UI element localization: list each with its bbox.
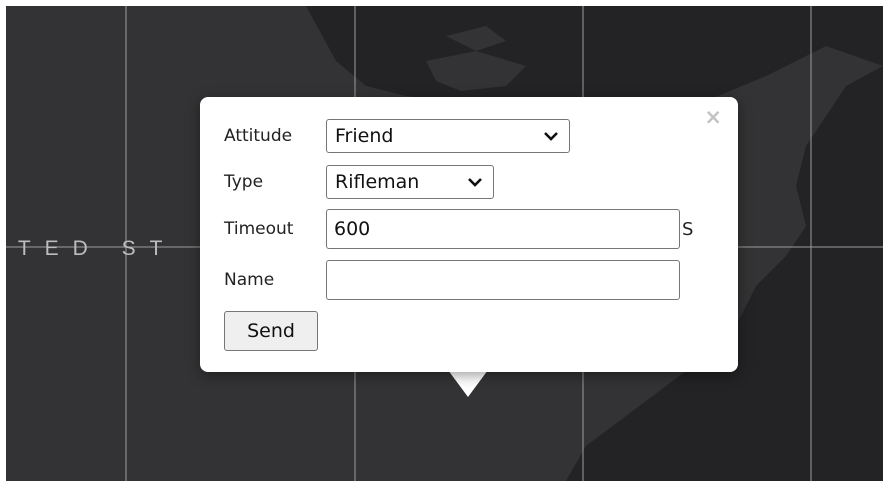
timeout-row: Timeout 600 S bbox=[224, 209, 693, 249]
type-select[interactable]: Rifleman bbox=[326, 165, 494, 199]
chevron-down-icon bbox=[544, 132, 558, 141]
name-label: Name bbox=[224, 270, 275, 290]
type-row: Type Rifleman bbox=[224, 165, 494, 199]
attitude-select[interactable]: Friend bbox=[326, 119, 570, 153]
attitude-value: Friend bbox=[335, 125, 394, 147]
popup-tip bbox=[448, 370, 488, 397]
chevron-down-icon bbox=[468, 178, 482, 187]
timeout-input[interactable]: 600 bbox=[326, 209, 680, 249]
type-label: Type bbox=[224, 172, 264, 192]
unit-popup: × Attitude Friend Type Rifleman Timeout … bbox=[200, 97, 738, 372]
country-label: ITED ST bbox=[6, 237, 177, 260]
attitude-row: Attitude Friend bbox=[224, 119, 570, 153]
name-input[interactable] bbox=[326, 260, 680, 300]
send-button[interactable]: Send bbox=[224, 311, 318, 351]
close-button[interactable]: × bbox=[704, 107, 722, 128]
name-row: Name bbox=[224, 260, 680, 300]
timeout-label: Timeout bbox=[224, 219, 294, 239]
attitude-label: Attitude bbox=[224, 126, 293, 146]
timeout-value: 600 bbox=[334, 218, 371, 240]
timeout-unit: S bbox=[682, 218, 694, 240]
type-value: Rifleman bbox=[335, 171, 420, 193]
